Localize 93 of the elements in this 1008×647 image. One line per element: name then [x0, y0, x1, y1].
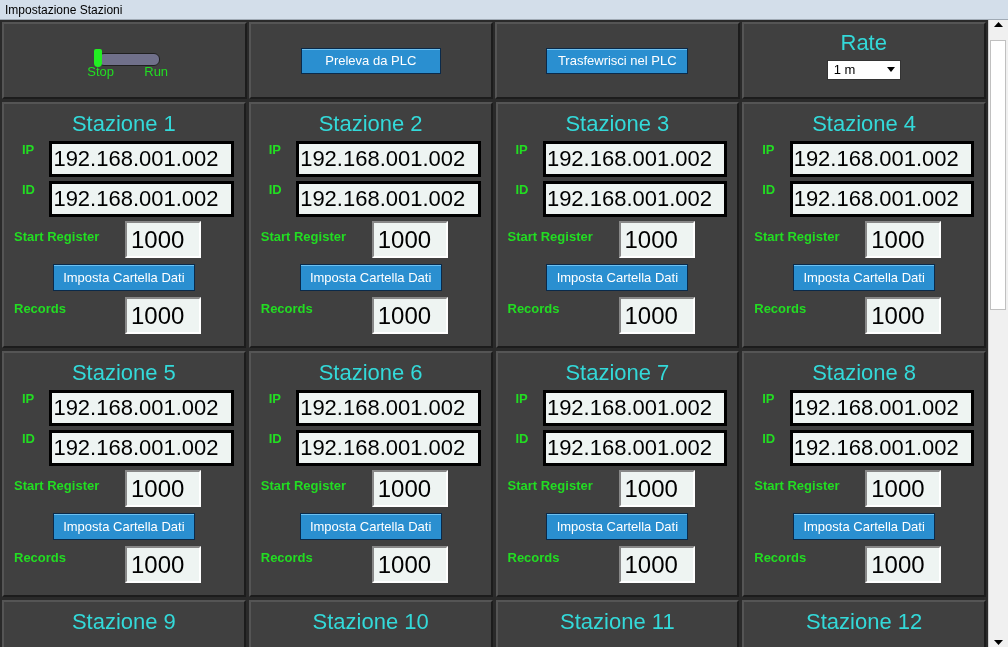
- field-label: Start Register: [507, 228, 594, 245]
- ip-address-field[interactable]: 192.168.001.002: [49, 390, 234, 426]
- send-to-plc-button[interactable]: Trasfewrisci nel PLC: [546, 47, 689, 74]
- scroll-up-icon[interactable]: [994, 22, 1003, 27]
- scroll-down-icon[interactable]: [994, 640, 1003, 645]
- set-data-folder-button[interactable]: Imposta Cartella Dati: [546, 513, 689, 540]
- records-field[interactable]: 1000: [865, 546, 942, 583]
- records-field[interactable]: 1000: [371, 297, 448, 334]
- field-label: Start Register: [14, 228, 101, 245]
- id-field[interactable]: 192.168.001.002: [296, 430, 481, 466]
- field-label: IP: [21, 141, 36, 158]
- rate-dropdown[interactable]: 1 m: [826, 60, 901, 80]
- field-label: Records: [260, 300, 314, 317]
- field-label: IP: [514, 141, 529, 158]
- field-label: ID: [761, 430, 777, 447]
- station-title: Stazione 10: [312, 608, 429, 636]
- field-label: Records: [754, 300, 808, 317]
- ip-address-field[interactable]: 192.168.001.002: [296, 141, 481, 177]
- station-title: Stazione 12: [806, 608, 923, 636]
- start-register-field[interactable]: 1000: [618, 221, 695, 258]
- set-data-folder-button[interactable]: Imposta Cartella Dati: [52, 513, 195, 540]
- start-register-field[interactable]: 1000: [865, 470, 942, 507]
- ip-address-field[interactable]: 192.168.001.002: [789, 390, 974, 426]
- field-label: Start Register: [507, 477, 594, 494]
- field-label: IP: [267, 141, 283, 158]
- records-field[interactable]: 1000: [125, 546, 201, 583]
- id-field[interactable]: 192.168.001.002: [296, 181, 481, 217]
- scrollbar-thumb[interactable]: [990, 40, 1006, 310]
- records-field[interactable]: 1000: [865, 297, 942, 334]
- field-label: ID: [514, 430, 530, 447]
- field-label: IP: [761, 390, 776, 407]
- rate-label: Rate: [840, 30, 887, 56]
- set-data-folder-button[interactable]: Imposta Cartella Dati: [299, 264, 442, 291]
- id-field[interactable]: 192.168.001.002: [542, 430, 728, 466]
- station-title: Stazione 11: [560, 608, 675, 636]
- station-title: Stazione 6: [318, 359, 423, 387]
- field-label: Records: [507, 300, 561, 317]
- field-label: IP: [267, 390, 283, 407]
- window-title: Impostazione Stazioni: [5, 1, 123, 19]
- records-field[interactable]: 1000: [618, 297, 695, 334]
- field-label: Records: [754, 549, 808, 566]
- field-label: ID: [21, 181, 36, 198]
- ip-address-field[interactable]: 192.168.001.002: [49, 141, 234, 177]
- field-label: Records: [14, 549, 68, 566]
- station-title: Stazione 2: [318, 110, 423, 138]
- field-label: ID: [267, 430, 283, 447]
- set-data-folder-button[interactable]: Imposta Cartella Dati: [52, 264, 195, 291]
- scrollbar[interactable]: [988, 20, 1008, 647]
- field-label: Records: [260, 549, 314, 566]
- id-field[interactable]: 192.168.001.002: [49, 430, 234, 466]
- field-label: Records: [507, 549, 561, 566]
- field-label: ID: [267, 181, 283, 198]
- field-label: IP: [761, 141, 776, 158]
- station-title: Stazione 1: [71, 110, 176, 138]
- ip-address-field[interactable]: 192.168.001.002: [542, 390, 728, 426]
- start-register-field[interactable]: 1000: [618, 470, 695, 507]
- id-field[interactable]: 192.168.001.002: [789, 181, 974, 217]
- field-label: ID: [21, 430, 36, 447]
- set-data-folder-button[interactable]: Imposta Cartella Dati: [546, 264, 689, 291]
- field-label: Start Register: [754, 477, 841, 494]
- records-field[interactable]: 1000: [125, 297, 201, 334]
- start-register-field[interactable]: 1000: [371, 470, 448, 507]
- fetch-from-plc-button[interactable]: Preleva da PLC: [300, 47, 441, 74]
- start-register-field[interactable]: 1000: [371, 221, 448, 258]
- field-label: Start Register: [754, 228, 841, 245]
- set-data-folder-button[interactable]: Imposta Cartella Dati: [793, 264, 936, 291]
- id-field[interactable]: 192.168.001.002: [49, 181, 234, 217]
- field-label: Records: [14, 300, 68, 317]
- field-label: Start Register: [260, 477, 347, 494]
- set-data-folder-button[interactable]: Imposta Cartella Dati: [299, 513, 442, 540]
- station-title: Stazione 4: [812, 110, 917, 138]
- field-label: IP: [21, 390, 36, 407]
- id-field[interactable]: 192.168.001.002: [789, 430, 974, 466]
- station-title: Stazione 7: [565, 359, 670, 387]
- station-title: Stazione 8: [812, 359, 917, 387]
- start-register-field[interactable]: 1000: [865, 221, 942, 258]
- field-label: Start Register: [260, 228, 347, 245]
- field-label: IP: [514, 390, 529, 407]
- start-register-field[interactable]: 1000: [125, 470, 201, 507]
- station-title: Stazione 5: [71, 359, 176, 387]
- set-data-folder-button[interactable]: Imposta Cartella Dati: [793, 513, 936, 540]
- id-field[interactable]: 192.168.001.002: [542, 181, 728, 217]
- ip-address-field[interactable]: 192.168.001.002: [542, 141, 728, 177]
- station-title: Stazione 3: [565, 110, 670, 138]
- field-label: Start Register: [14, 477, 101, 494]
- field-label: ID: [761, 181, 777, 198]
- ip-address-field[interactable]: 192.168.001.002: [789, 141, 974, 177]
- station-title: Stazione 9: [71, 608, 176, 636]
- records-field[interactable]: 1000: [371, 546, 448, 583]
- ip-address-field[interactable]: 192.168.001.002: [296, 390, 481, 426]
- records-field[interactable]: 1000: [618, 546, 695, 583]
- start-register-field[interactable]: 1000: [125, 221, 201, 258]
- field-label: ID: [514, 181, 530, 198]
